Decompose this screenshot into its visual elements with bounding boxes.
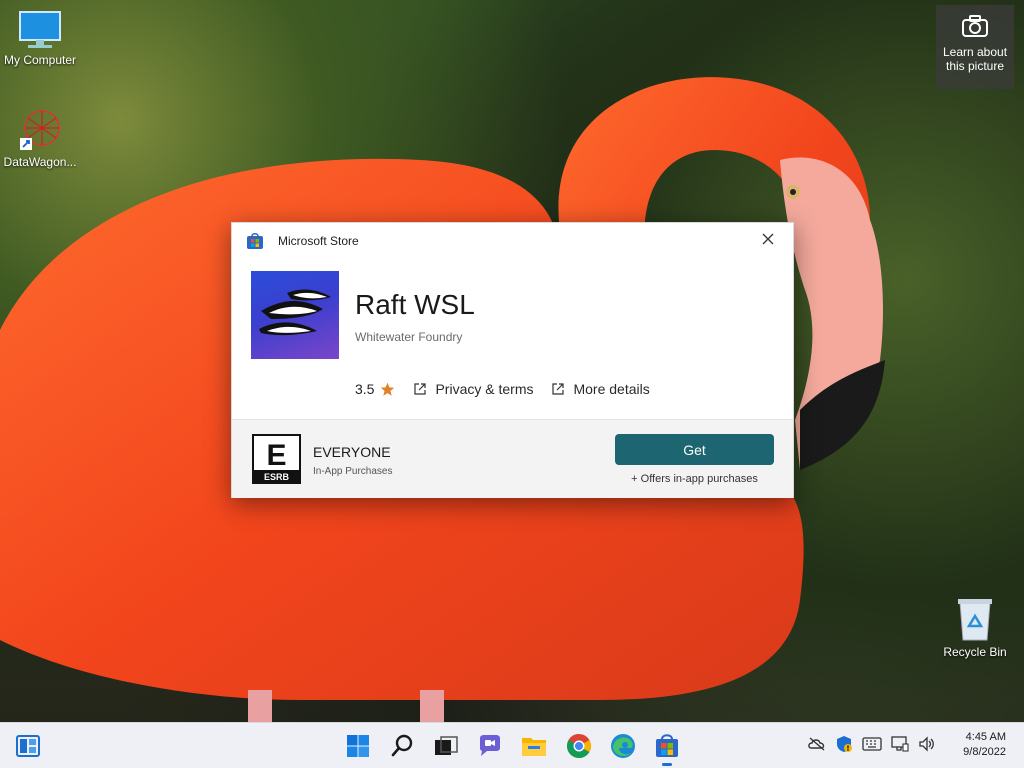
dialog-title-bar: Microsoft Store xyxy=(232,223,793,259)
clock-time: 4:45 AM xyxy=(965,731,1006,743)
computer-icon xyxy=(19,11,61,48)
spotlight-label-1: Learn about xyxy=(942,45,1008,59)
desktop-icon-label: DataWagon... xyxy=(3,155,77,169)
dialog-title: Microsoft Store xyxy=(278,234,359,248)
chrome-button[interactable] xyxy=(565,732,593,760)
clock-date: 9/8/2022 xyxy=(963,746,1006,758)
svg-text:ESRB: ESRB xyxy=(264,472,290,482)
keyboard-icon[interactable] xyxy=(862,737,882,751)
onedrive-offline-icon[interactable] xyxy=(808,736,826,752)
rating-value: 3.5 xyxy=(355,381,375,397)
close-icon xyxy=(762,233,774,245)
file-explorer-button[interactable] xyxy=(520,732,548,760)
desktop-icon-datawagon[interactable]: DataWagon... xyxy=(0,108,80,169)
security-shield-icon[interactable] xyxy=(835,735,853,753)
chat-icon xyxy=(480,735,500,756)
star-icon xyxy=(381,382,395,396)
privacy-terms-link[interactable]: Privacy & terms xyxy=(413,381,533,397)
active-app-indicator xyxy=(662,763,672,766)
privacy-terms-label: Privacy & terms xyxy=(435,381,534,397)
external-link-icon xyxy=(414,383,427,395)
network-icon[interactable] xyxy=(891,736,909,752)
desktop-icon-my-computer[interactable]: My Computer xyxy=(0,10,80,67)
app-logo xyxy=(251,271,339,359)
external-link-icon xyxy=(552,383,565,395)
app-name: Raft WSL xyxy=(355,289,475,320)
file-explorer-icon xyxy=(522,738,546,756)
edge-icon xyxy=(611,734,635,758)
desktop-icon-label: Recycle Bin xyxy=(943,645,1007,659)
desktop: My Computer DataWagon... Recycle Bin Lea… xyxy=(0,0,1024,768)
widgets-icon xyxy=(16,735,40,757)
more-details-link[interactable]: More details xyxy=(551,381,650,397)
get-button[interactable]: Get xyxy=(615,434,774,465)
chat-button[interactable] xyxy=(476,732,504,760)
start-icon xyxy=(347,735,369,757)
esrb-descriptor: In-App Purchases xyxy=(313,466,393,477)
offers-in-app-text: + Offers in-app purchases xyxy=(631,473,758,485)
store-install-dialog: Microsoft Store Raft WSL Whitewater Foun… xyxy=(231,222,794,498)
esrb-rating-badge: E ESRB xyxy=(252,434,301,484)
edge-button[interactable] xyxy=(609,732,637,760)
system-tray xyxy=(808,735,936,753)
chrome-icon xyxy=(566,734,592,759)
app-publisher: Whitewater Foundry xyxy=(355,330,463,344)
task-view-icon xyxy=(435,736,458,755)
spotlight-label-2: this picture xyxy=(945,59,1005,73)
store-icon xyxy=(247,233,263,249)
recycle-bin-icon xyxy=(958,599,992,641)
learn-about-picture-widget[interactable]: Learn about this picture xyxy=(936,5,1014,89)
camera-icon xyxy=(962,15,988,37)
store-taskbar-button[interactable] xyxy=(653,732,681,766)
desktop-icon-label: My Computer xyxy=(3,53,77,67)
task-view-button[interactable] xyxy=(432,732,460,760)
dialog-footer: E ESRB EVERYONE In-App Purchases Get + O… xyxy=(232,419,793,498)
search-button[interactable] xyxy=(389,732,417,760)
close-button[interactable] xyxy=(757,230,779,252)
datawagon-shortcut-icon xyxy=(20,110,60,150)
esrb-rating-name: EVERYONE xyxy=(313,444,391,460)
taskbar: 4:45 AM 9/8/2022 xyxy=(0,722,1024,768)
more-details-label: More details xyxy=(573,381,650,397)
penguin-logo-icon xyxy=(259,289,331,336)
esrb-e-icon: E ESRB xyxy=(254,436,299,482)
search-icon xyxy=(391,734,413,757)
svg-text:E: E xyxy=(266,439,286,472)
start-button[interactable] xyxy=(344,732,372,760)
system-clock[interactable]: 4:45 AM 9/8/2022 xyxy=(963,730,1006,760)
volume-icon[interactable] xyxy=(918,736,936,752)
store-icon xyxy=(656,734,678,757)
rating-row: 3.5 Privacy & terms More details xyxy=(355,379,650,399)
desktop-icon-recycle-bin[interactable]: Recycle Bin xyxy=(935,596,1015,659)
widgets-button[interactable] xyxy=(14,732,42,760)
